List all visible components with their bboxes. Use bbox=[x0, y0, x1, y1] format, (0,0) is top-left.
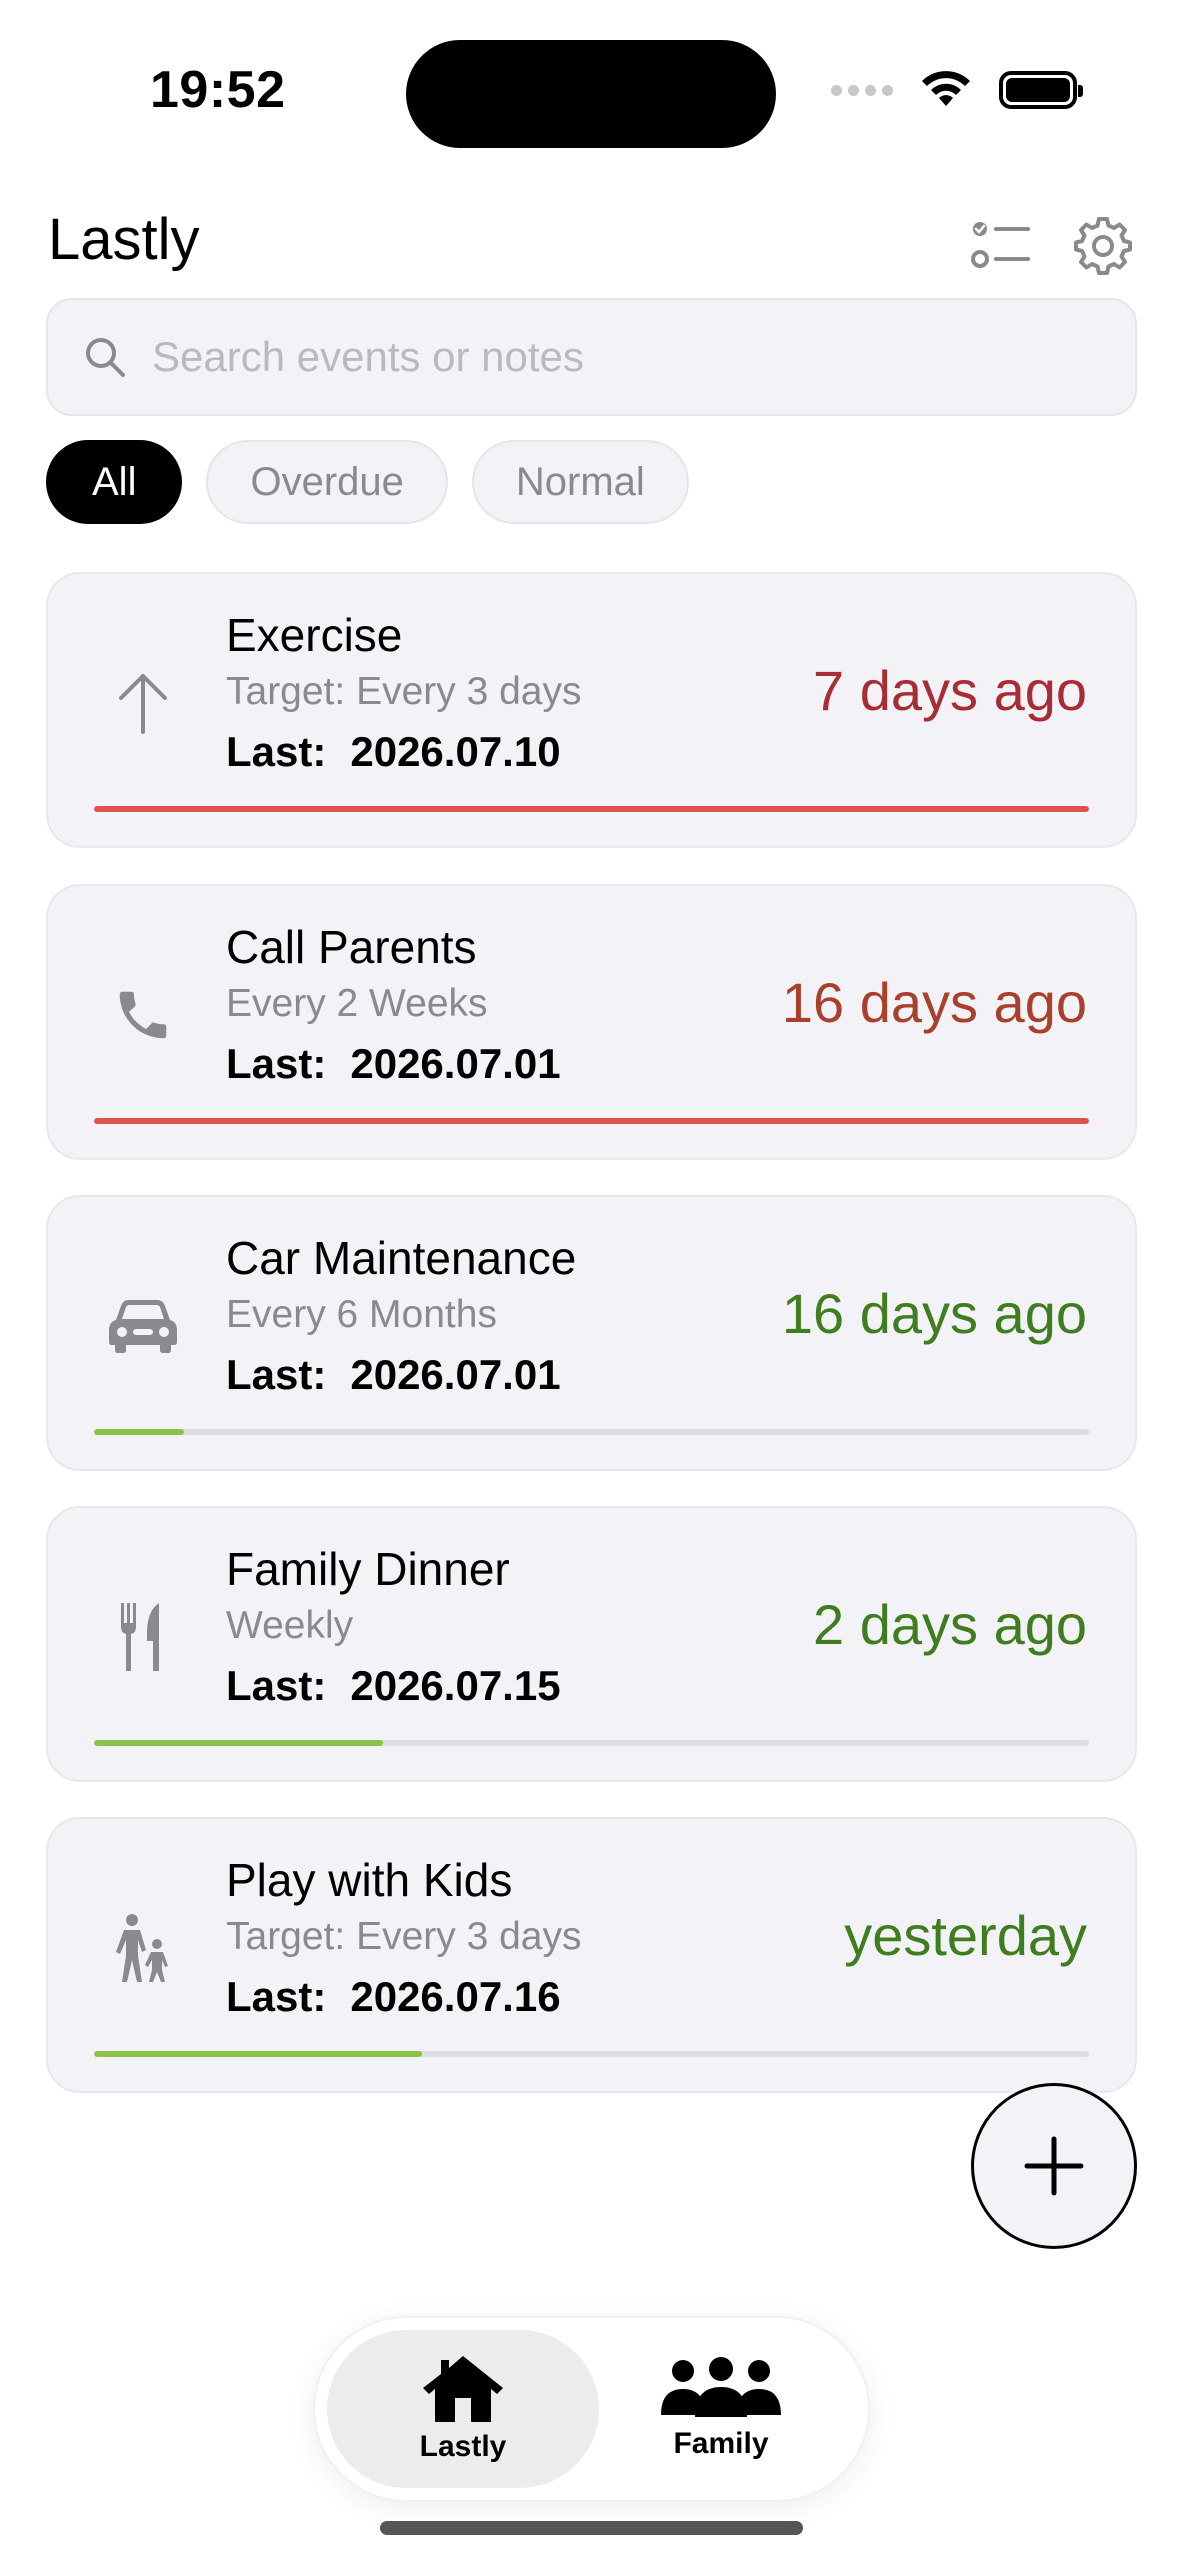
event-frequency: Target: Every 3 days bbox=[226, 670, 582, 713]
search-input[interactable] bbox=[152, 333, 1052, 381]
event-frequency: Weekly bbox=[226, 1604, 354, 1647]
people-icon bbox=[661, 2357, 781, 2417]
fork-knife-icon bbox=[98, 1592, 188, 1682]
event-title: Play with Kids bbox=[226, 1854, 513, 1906]
event-elapsed: 16 days ago bbox=[781, 1282, 1087, 1345]
event-elapsed: 7 days ago bbox=[813, 659, 1087, 722]
last-label: Last: bbox=[226, 1973, 327, 2020]
last-label: Last: bbox=[226, 728, 327, 775]
event-progress-bar bbox=[94, 1118, 1089, 1124]
search-bar[interactable] bbox=[46, 298, 1137, 416]
event-progress-bar bbox=[94, 1429, 1089, 1435]
last-label: Last: bbox=[226, 1351, 327, 1398]
wifi-icon bbox=[922, 71, 970, 106]
event-elapsed: 2 days ago bbox=[813, 1593, 1087, 1656]
car-icon bbox=[98, 1281, 188, 1371]
tab-bar: Lastly Family bbox=[315, 2318, 868, 2500]
page-title: Lastly bbox=[48, 207, 200, 272]
last-date: 2026.07.10 bbox=[350, 728, 561, 775]
event-elapsed: yesterday bbox=[844, 1904, 1087, 1967]
event-title: Family Dinner bbox=[226, 1543, 510, 1595]
tab-label: Lastly bbox=[419, 2430, 507, 2463]
status-indicators bbox=[831, 70, 1083, 110]
event-last: Last: 2026.07.01 bbox=[226, 1351, 561, 1399]
dynamic-island bbox=[406, 40, 776, 148]
parent-child-icon bbox=[98, 1903, 188, 1993]
tab-label: Family bbox=[673, 2427, 769, 2460]
home-indicator bbox=[380, 2521, 803, 2535]
event-title: Car Maintenance bbox=[226, 1232, 577, 1284]
last-date: 2026.07.01 bbox=[350, 1040, 561, 1087]
filter-chips: All Overdue Normal bbox=[46, 440, 689, 524]
event-elapsed: 16 days ago bbox=[781, 971, 1087, 1034]
event-progress-bar bbox=[94, 1740, 1089, 1746]
plus-icon bbox=[1024, 2136, 1084, 2196]
event-card-exercise[interactable]: Exercise Target: Every 3 days Last: 2026.… bbox=[46, 572, 1137, 848]
checklist-icon[interactable] bbox=[966, 210, 1036, 280]
event-last: Last: 2026.07.01 bbox=[226, 1040, 561, 1088]
add-event-button[interactable] bbox=[971, 2083, 1137, 2249]
filter-all-chip[interactable]: All bbox=[46, 440, 183, 524]
battery-icon bbox=[999, 71, 1083, 109]
event-card-car-maintenance[interactable]: Car Maintenance Every 6 Months Last: 2026… bbox=[46, 1195, 1137, 1471]
last-date: 2026.07.15 bbox=[350, 1662, 561, 1709]
event-progress-bar bbox=[94, 2051, 1089, 2057]
search-icon bbox=[86, 338, 125, 377]
gear-icon[interactable] bbox=[1068, 210, 1138, 280]
last-date: 2026.07.16 bbox=[350, 1973, 561, 2020]
status-time: 19:52 bbox=[150, 61, 286, 119]
event-title: Call Parents bbox=[226, 921, 477, 973]
cellular-signal-icon bbox=[831, 84, 893, 96]
event-frequency: Every 6 Months bbox=[226, 1293, 497, 1336]
filter-overdue-chip[interactable]: Overdue bbox=[206, 440, 448, 524]
event-last: Last: 2026.07.15 bbox=[226, 1662, 561, 1710]
event-card-family-dinner[interactable]: Family Dinner Weekly Last: 2026.07.15 2 d… bbox=[46, 1506, 1137, 1782]
event-last: Last: 2026.07.16 bbox=[226, 1973, 561, 2021]
event-progress-bar bbox=[94, 806, 1089, 812]
last-label: Last: bbox=[226, 1662, 327, 1709]
event-title: Exercise bbox=[226, 609, 403, 661]
house-icon bbox=[423, 2356, 503, 2422]
app-screen: 19:52 Lastly Search events or notes All … bbox=[0, 0, 1183, 2560]
event-frequency: Every 2 Weeks bbox=[226, 982, 488, 1025]
last-date: 2026.07.01 bbox=[350, 1351, 561, 1398]
last-label: Last: bbox=[226, 1040, 327, 1087]
tab-lastly[interactable]: Lastly bbox=[327, 2330, 599, 2488]
phone-icon bbox=[98, 970, 188, 1060]
arrow-up-icon bbox=[98, 658, 188, 748]
event-card-call-parents[interactable]: Call Parents Every 2 Weeks Last: 2026.07.… bbox=[46, 884, 1137, 1160]
event-last: Last: 2026.07.10 bbox=[226, 728, 561, 776]
event-card-play-with-kids[interactable]: Play with Kids Target: Every 3 days Last… bbox=[46, 1817, 1137, 2093]
tab-family[interactable]: Family bbox=[585, 2330, 857, 2488]
event-frequency: Target: Every 3 days bbox=[226, 1915, 582, 1958]
filter-normal-chip[interactable]: Normal bbox=[471, 440, 689, 524]
